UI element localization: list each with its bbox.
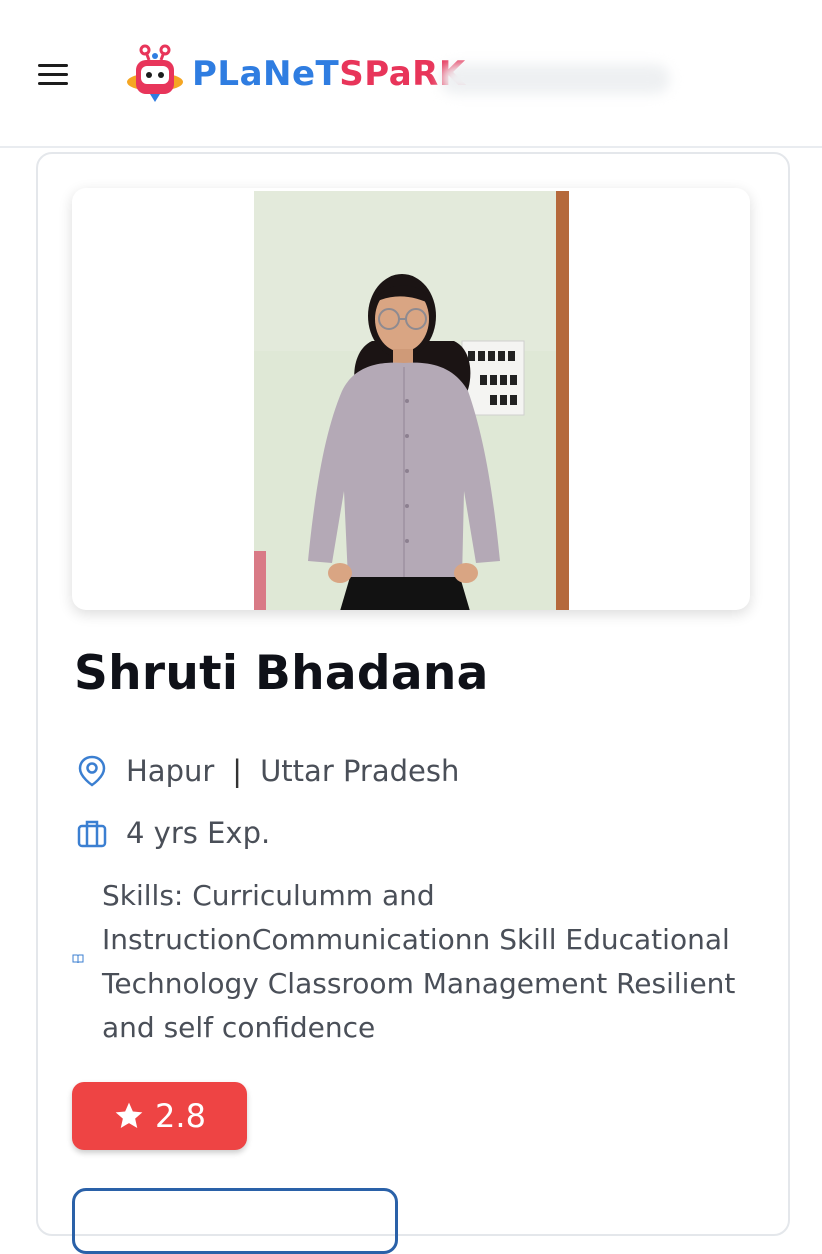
star-icon xyxy=(115,1102,143,1128)
teacher-name: Shruti Bhadana xyxy=(74,646,489,701)
location-state: Uttar Pradesh xyxy=(260,754,460,788)
rating-badge[interactable]: 2.8 xyxy=(72,1082,247,1150)
location-separator: | xyxy=(232,754,243,788)
rating-value: 2.8 xyxy=(155,1097,206,1135)
partial-action-button[interactable] xyxy=(72,1188,398,1254)
menu-icon[interactable] xyxy=(38,64,68,88)
planetspark-logo-icon xyxy=(127,44,183,102)
experience-row: 4 yrs Exp. xyxy=(76,816,270,850)
logo[interactable]: PLaNeTSPaRK xyxy=(124,42,466,106)
top-header: PLaNeTSPaRK xyxy=(0,0,822,148)
blurred-header-item xyxy=(440,64,670,94)
location-row: Hapur | Uttar Pradesh xyxy=(76,754,459,788)
book-icon xyxy=(72,954,84,964)
location-pin-icon xyxy=(78,755,106,787)
briefcase-icon xyxy=(77,820,107,848)
experience-text: 4 yrs Exp. xyxy=(126,816,271,850)
teacher-profile-card: Shruti Bhadana Hapur | Uttar Pradesh 4 y… xyxy=(36,152,790,1254)
profile-photo-frame xyxy=(72,188,750,610)
logo-text: PLaNeTSPaRK xyxy=(192,54,466,94)
profile-photo xyxy=(254,191,569,610)
skills-text: Skills: Curriculumm and InstructionCommu… xyxy=(102,879,736,1044)
logo-text-planet: PLaNeT xyxy=(192,54,340,94)
location-city: Hapur xyxy=(126,754,215,788)
